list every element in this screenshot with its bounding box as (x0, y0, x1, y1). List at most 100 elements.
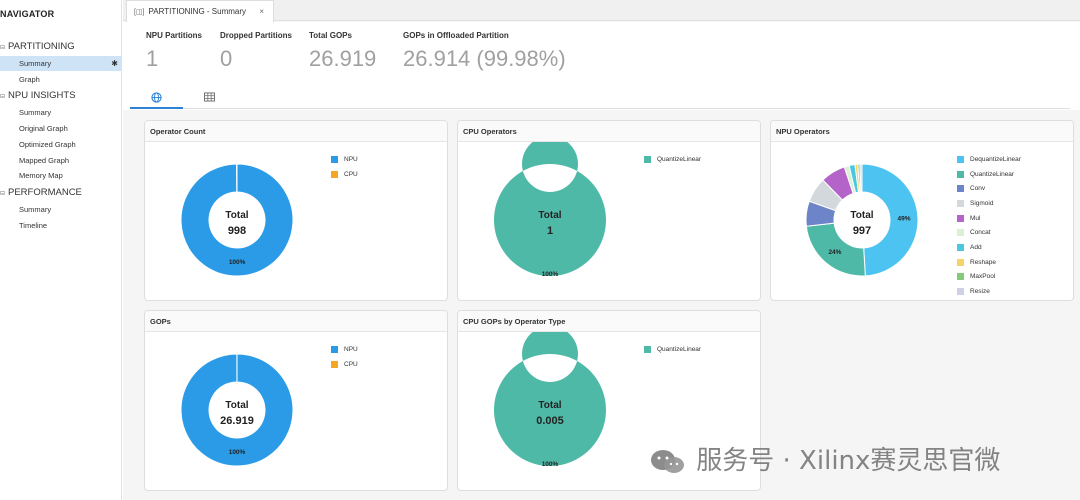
card-title: GOPs (145, 311, 447, 332)
legend-item[interactable]: Concat (957, 225, 1021, 240)
nav-section-performance[interactable]: ⊟ PERFORMANCE (0, 187, 82, 198)
legend-label: QuantizeLinear (657, 345, 702, 353)
legend-swatch (644, 345, 651, 353)
metric-label: Total GOPs (309, 31, 352, 40)
card-gops: GOPs 100% Total 26.919 NPU CPU (144, 310, 448, 491)
metric-npu-partitions: NPU Partitions 1 (146, 31, 202, 72)
nav-item-mapped-graph[interactable]: Mapped Graph (0, 153, 122, 168)
legend-item[interactable]: Resize (957, 284, 1021, 299)
nav-item-partitioning-summary[interactable]: Summary ✱ (0, 56, 122, 71)
card-operator-count: Operator Count 100% Total 998 NPU CPU (144, 120, 448, 301)
nav-item-label: Memory Map (19, 171, 63, 180)
legend-label: Concat (970, 229, 991, 237)
nav-item-original-graph[interactable]: Original Graph (0, 121, 122, 136)
card-npu-operators: NPU Operators 49% 24% Total 997 DequantizeL… (770, 120, 1074, 301)
legend-item[interactable]: MaxPool (957, 270, 1021, 285)
cpu-gops-legend: QuantizeLinear (644, 342, 701, 357)
card-title: NPU Operators (771, 121, 1073, 142)
legend-label: CPU (344, 360, 358, 368)
wechat-logo-icon (651, 449, 684, 473)
legend-item[interactable]: Conv (957, 181, 1021, 196)
legend-item[interactable]: NPU (331, 342, 358, 357)
donut-center-label: Total (225, 210, 248, 221)
navigator-title: NAVIGATOR (0, 9, 55, 19)
tab-chart-view[interactable] (130, 88, 183, 109)
collapse-icon[interactable]: ⊟ (0, 44, 8, 51)
donut-center-value: 997 (853, 225, 871, 237)
nav-item-timeline[interactable]: Timeline (0, 218, 122, 233)
metric-total-gops: Total GOPs 26.919 (309, 31, 376, 72)
legend-label: Reshape (970, 258, 997, 266)
collapse-icon[interactable]: ⊟ (0, 190, 8, 197)
metric-gops-offloaded: GOPs in Offloaded Partition 26.914 (99.9… (403, 31, 566, 72)
donut-center-value: 998 (228, 225, 246, 237)
nav-section-label: PERFORMANCE (8, 187, 82, 198)
legend-item[interactable]: QuantizeLinear (644, 342, 701, 357)
card-title: CPU Operators (458, 121, 760, 142)
card-title: Operator Count (145, 121, 447, 142)
active-marker-icon: ✱ (111, 59, 118, 68)
tab-table-view[interactable] (183, 88, 236, 109)
legend-item[interactable]: NPU (331, 152, 358, 167)
legend-label: QuantizeLinear (970, 170, 1015, 178)
close-icon[interactable]: × (259, 1, 264, 22)
nav-item-label: Graph (19, 75, 40, 84)
legend-label: CPU (344, 170, 358, 178)
card-cpu-operators: CPU Operators 100% Total 1 QuantizeLinear (457, 120, 761, 301)
slice-percent-label: 49% (897, 216, 910, 223)
metric-value: 26.919 (309, 46, 377, 71)
metric-value: 1 (146, 46, 159, 71)
summary-tab-icon: [◫] (134, 9, 145, 16)
legend-item[interactable]: Add (957, 240, 1021, 255)
nav-item-partitioning-graph[interactable]: Graph (0, 72, 122, 87)
legend-label: Add (970, 243, 982, 251)
table-icon (204, 92, 215, 102)
legend-item[interactable]: CPU (331, 167, 358, 182)
cpu-operators-legend: QuantizeLinear (644, 152, 701, 167)
nav-item-label: Summary (19, 59, 52, 68)
nav-item-npu-summary[interactable]: Summary (0, 105, 122, 120)
legend-swatch (957, 214, 964, 222)
nav-item-label: Original Graph (19, 124, 68, 133)
legend-label: MaxPool (970, 273, 996, 281)
watermark-text: 服务号 · Xilinx赛灵思官微 (696, 446, 1001, 476)
metric-label: Dropped Partitions (220, 31, 293, 40)
legend-swatch (957, 273, 964, 281)
legend-item[interactable]: Reshape (957, 255, 1021, 270)
slice-percent-label: 100% (229, 259, 246, 266)
legend-item[interactable]: Mul (957, 211, 1021, 226)
nav-section-partitioning[interactable]: ⊟ PARTITIONING (0, 41, 75, 52)
npu-operators-legend: DequantizeLinear QuantizeLinear Conv Sigmoi… (957, 152, 1021, 299)
npu-operators-donut: 49% 24% Total 997 (805, 163, 919, 277)
legend-swatch (957, 155, 964, 163)
donut-center-label: Total (850, 210, 873, 221)
slice-percent-label: 100% (229, 449, 246, 456)
legend-item[interactable]: CPU (331, 357, 358, 372)
nav-section-label: NPU INSIGHTS (8, 90, 76, 101)
legend-item[interactable]: Sigmoid (957, 196, 1021, 211)
donut-slice-quantizelinear[interactable] (494, 142, 606, 276)
nav-section-npu-insights[interactable]: ⊟ NPU INSIGHTS (0, 90, 76, 101)
summary-content: NPU Partitions 1 Dropped Partitions 0 To… (123, 22, 1080, 500)
editor-tab-partitioning-summary[interactable]: [◫] PARTITIONING - Summary × (126, 0, 274, 22)
legend-swatch (957, 258, 964, 266)
nav-item-optimized-graph[interactable]: Optimized Graph (0, 137, 122, 152)
legend-item[interactable]: DequantizeLinear (957, 152, 1021, 167)
donut-center-label: Total (538, 400, 561, 411)
legend-swatch (957, 185, 964, 193)
legend-item[interactable]: QuantizeLinear (644, 152, 701, 167)
legend-item[interactable]: QuantizeLinear (957, 167, 1021, 182)
collapse-icon[interactable]: ⊟ (0, 93, 8, 100)
legend-label: Sigmoid (970, 199, 994, 207)
nav-item-label: Mapped Graph (19, 156, 70, 165)
donut-slice-quantizelinear[interactable] (494, 332, 606, 466)
slice-percent-label: 24% (828, 249, 841, 256)
nav-item-performance-summary[interactable]: Summary (0, 202, 122, 217)
metric-label: NPU Partitions (146, 31, 203, 40)
donut-center-label: Total (225, 400, 248, 411)
navigator-panel: NAVIGATOR ⊟ PARTITIONING Summary ✱ Graph … (0, 0, 122, 500)
gops-legend: NPU CPU (331, 342, 358, 371)
gops-donut: 100% Total 26.919 (180, 353, 294, 467)
legend-label: QuantizeLinear (657, 155, 702, 163)
nav-item-memory-map[interactable]: Memory Map (0, 168, 122, 183)
